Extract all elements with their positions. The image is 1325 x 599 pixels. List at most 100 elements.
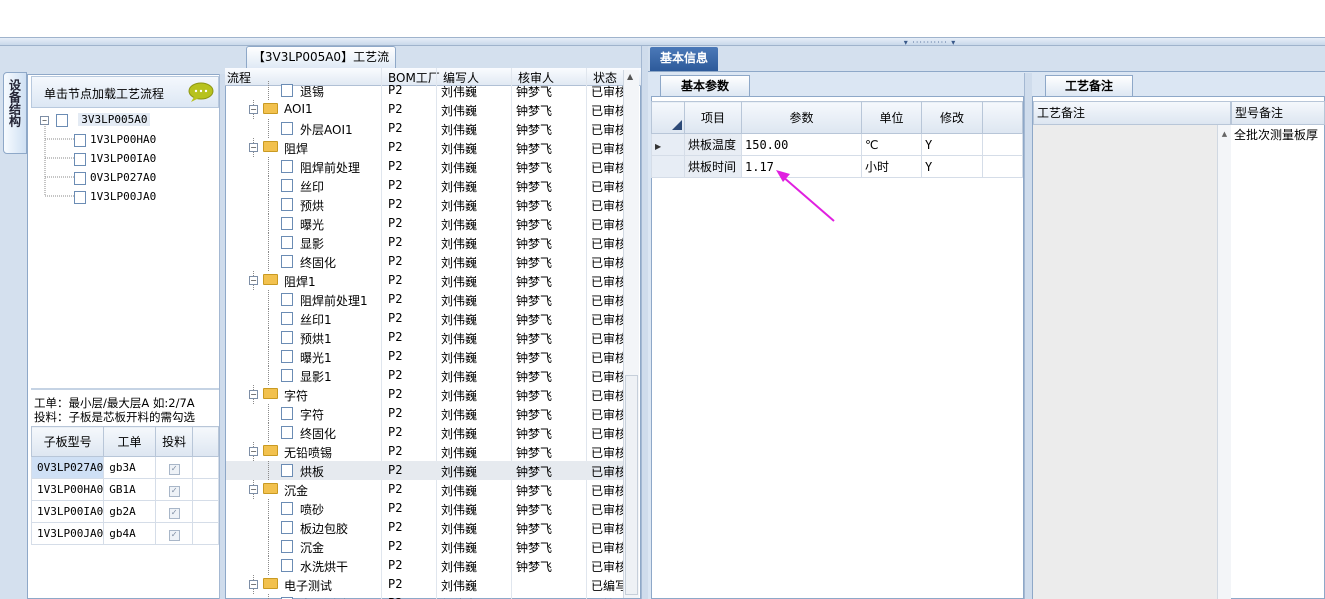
scroll-up-icon[interactable]: ▲ bbox=[627, 72, 633, 81]
flow-step-row[interactable]: 显影1 P2 刘伟巍 钟梦飞 已审核 bbox=[226, 366, 623, 385]
feed-checkbox[interactable]: ✓ bbox=[168, 507, 180, 519]
tree-node[interactable]: 1V3LP00HA0 bbox=[74, 133, 156, 147]
flow-step-row[interactable]: 阻焊前处理1 P2 刘伟巍 钟梦飞 已审核 bbox=[226, 290, 623, 309]
cell-status: 已审核 bbox=[591, 427, 623, 441]
flow-step-row[interactable]: 曝光1 P2 刘伟巍 钟梦飞 已审核 bbox=[226, 347, 623, 366]
cell-order[interactable]: gb2A bbox=[103, 500, 156, 523]
flow-group-row[interactable]: − AOI1 P2 刘伟巍 钟梦飞 已审核 bbox=[226, 100, 623, 119]
col-header-model-note[interactable]: 型号备注 bbox=[1231, 101, 1325, 125]
col-header-process-note[interactable]: 工艺备注 bbox=[1033, 101, 1231, 125]
cell-feed: ✓ bbox=[154, 522, 194, 545]
tab-equipment-structure[interactable]: 设备结构 bbox=[3, 72, 27, 154]
flow-group-row[interactable]: − 字符 P2 刘伟巍 钟梦飞 已审核 bbox=[226, 385, 623, 404]
model-note-text[interactable]: 全批次测量板厚 bbox=[1234, 126, 1325, 143]
col-header-order[interactable]: 工单 bbox=[103, 426, 156, 457]
vertical-splitter-middle[interactable] bbox=[641, 46, 648, 599]
process-flow-scrollbar[interactable]: ▲ bbox=[623, 70, 639, 598]
cell-sub-model[interactable]: 1V3LP00IA0 bbox=[30, 500, 105, 523]
flow-step-row[interactable]: 预烘1 P2 刘伟巍 钟梦飞 已审核 bbox=[226, 328, 623, 347]
speech-bubble-icon bbox=[188, 82, 214, 102]
cell-bom: P2 bbox=[388, 121, 403, 135]
tab-process-flow[interactable]: 【3V3LP005A0】工艺流程 bbox=[246, 46, 396, 84]
flow-step-row[interactable]: 板边包胶 P2 刘伟巍 钟梦飞 已审核 bbox=[226, 518, 623, 537]
folder-icon bbox=[263, 141, 278, 152]
collapse-icon[interactable]: − bbox=[249, 276, 258, 285]
flow-group-row[interactable]: − 无铅喷锡 P2 刘伟巍 钟梦飞 已审核 bbox=[226, 442, 623, 461]
flow-group-row[interactable]: − 沉金 P2 刘伟巍 钟梦飞 已审核 bbox=[226, 480, 623, 499]
collapse-icon[interactable]: − bbox=[249, 485, 258, 494]
cell-flow-name: 外层AOI1 bbox=[300, 123, 353, 137]
col-header-sub-model[interactable]: 子板型号 bbox=[30, 426, 105, 457]
flow-step-row[interactable]: 丝印 P2 刘伟巍 钟梦飞 已审核 bbox=[226, 176, 623, 195]
flow-step-row[interactable]: 字符 P2 刘伟巍 钟梦飞 已审核 bbox=[226, 404, 623, 423]
table-row[interactable]: 1V3LP00JA0 gb4A ✓ bbox=[30, 522, 219, 545]
flow-step-row[interactable]: 电子测试P2刘伟巍已编写 bbox=[226, 594, 623, 599]
flow-step-row[interactable]: 烘板 P2 刘伟巍 钟梦飞 已审核 bbox=[226, 461, 623, 480]
cell-bom: P2 bbox=[388, 83, 403, 97]
flow-step-row[interactable]: 退锡 P2 刘伟巍 钟梦飞 已审核 bbox=[226, 81, 623, 100]
cell-status: 已审核 bbox=[591, 484, 623, 498]
param-modify[interactable]: Y bbox=[921, 155, 983, 178]
flow-step-row[interactable]: 喷砂 P2 刘伟巍 钟梦飞 已审核 bbox=[226, 499, 623, 518]
left-panel-divider[interactable] bbox=[31, 388, 219, 390]
tree-node-label: 1V3LP00IA0 bbox=[90, 152, 157, 165]
feed-checkbox[interactable]: ✓ bbox=[168, 529, 180, 541]
cell-order[interactable]: GB1A bbox=[103, 478, 156, 501]
flow-step-row[interactable]: 丝印1 P2 刘伟巍 钟梦飞 已审核 bbox=[226, 309, 623, 328]
flow-step-row[interactable]: 曝光 P2 刘伟巍 钟梦飞 已审核 bbox=[226, 214, 623, 233]
feed-checkbox[interactable]: ✓ bbox=[168, 485, 180, 497]
tab-basic-params[interactable]: 基本参数 bbox=[660, 75, 750, 96]
cell-sub-model[interactable]: 0V3LP027A0 bbox=[30, 456, 105, 479]
tree-node[interactable]: 1V3LP00JA0 bbox=[74, 190, 156, 204]
cell-bom: P2 bbox=[388, 482, 403, 496]
cell-sub-model[interactable]: 1V3LP00HA0 bbox=[30, 478, 105, 501]
table-row[interactable]: 1V3LP00HA0 GB1A ✓ bbox=[30, 478, 219, 501]
grid-corner[interactable] bbox=[651, 101, 685, 134]
table-row[interactable]: 1V3LP00IA0 gb2A ✓ bbox=[30, 500, 219, 523]
param-modify[interactable]: Y bbox=[921, 133, 983, 156]
process-note-area[interactable] bbox=[1033, 125, 1217, 599]
collapse-icon[interactable]: − bbox=[249, 105, 258, 114]
tree-node[interactable]: 1V3LP00IA0 bbox=[74, 152, 156, 166]
scroll-up-icon[interactable]: ▲ bbox=[1222, 130, 1227, 138]
flow-step-row[interactable]: 终固化 P2 刘伟巍 钟梦飞 已审核 bbox=[226, 423, 623, 442]
tab-process-notes[interactable]: 工艺备注 bbox=[1045, 75, 1133, 96]
flow-step-row[interactable]: 预烘 P2 刘伟巍 钟梦飞 已审核 bbox=[226, 195, 623, 214]
tab-basic-info[interactable]: 基本信息 bbox=[650, 47, 718, 71]
col-header-feed[interactable]: 投料 bbox=[154, 426, 194, 457]
collapse-icon[interactable]: − bbox=[249, 580, 258, 589]
table-row[interactable]: 0V3LP027A0 gb3A ✓ bbox=[30, 456, 219, 479]
splitter-grip-icon[interactable]: ▾ ·········· ▾ bbox=[895, 39, 965, 47]
param-value[interactable]: 150.00 bbox=[741, 133, 862, 156]
scrollbar-thumb[interactable] bbox=[625, 375, 638, 595]
flow-step-row[interactable]: 显影 P2 刘伟巍 钟梦飞 已审核 bbox=[226, 233, 623, 252]
col-header-modify[interactable]: 修改 bbox=[921, 101, 983, 134]
notes-scrollbar[interactable]: ▲ bbox=[1217, 125, 1231, 599]
flow-step-row[interactable]: 水洗烘干 P2 刘伟巍 钟梦飞 已审核 bbox=[226, 556, 623, 575]
flow-step-row[interactable]: 外层AOI1 P2 刘伟巍 钟梦飞 已审核 bbox=[226, 119, 623, 138]
col-header-unit[interactable]: 单位 bbox=[861, 101, 922, 134]
cell-order[interactable]: gb4A bbox=[103, 522, 156, 545]
col-header-value[interactable]: 参数 bbox=[741, 101, 862, 134]
flow-group-row[interactable]: − 阻焊 P2 刘伟巍 钟梦飞 已审核 bbox=[226, 138, 623, 157]
collapse-icon[interactable]: − bbox=[249, 390, 258, 399]
cell-flow-name: 阻焊 bbox=[284, 142, 309, 156]
feed-checkbox[interactable]: ✓ bbox=[168, 463, 180, 475]
flow-step-row[interactable]: 终固化 P2 刘伟巍 钟梦飞 已审核 bbox=[226, 252, 623, 271]
cell-sub-model[interactable]: 1V3LP00JA0 bbox=[30, 522, 105, 545]
cell-status: 已审核 bbox=[591, 123, 623, 137]
col-header-item[interactable]: 项目 bbox=[684, 101, 742, 134]
param-row[interactable]: ▶ 烘板温度 150.00 ℃ Y bbox=[651, 133, 1023, 156]
collapse-icon[interactable]: − bbox=[249, 143, 258, 152]
flow-group-row[interactable]: − 电子测试 P2 刘伟巍 已编写 bbox=[226, 575, 623, 594]
cell-writer: 刘伟巍 bbox=[441, 446, 478, 460]
horizontal-splitter[interactable] bbox=[0, 38, 1325, 46]
cell-writer: 刘伟巍 bbox=[441, 408, 478, 422]
cell-order[interactable]: gb3A bbox=[103, 456, 156, 479]
tree-node[interactable]: 0V3LP027A0 bbox=[74, 171, 156, 185]
flow-group-row[interactable]: − 阻焊1 P2 刘伟巍 钟梦飞 已审核 bbox=[226, 271, 623, 290]
collapse-icon[interactable]: − bbox=[249, 447, 258, 456]
flow-step-row[interactable]: 阻焊前处理 P2 刘伟巍 钟梦飞 已审核 bbox=[226, 157, 623, 176]
vertical-splitter-right[interactable] bbox=[1024, 73, 1032, 599]
flow-step-row[interactable]: 沉金 P2 刘伟巍 钟梦飞 已审核 bbox=[226, 537, 623, 556]
